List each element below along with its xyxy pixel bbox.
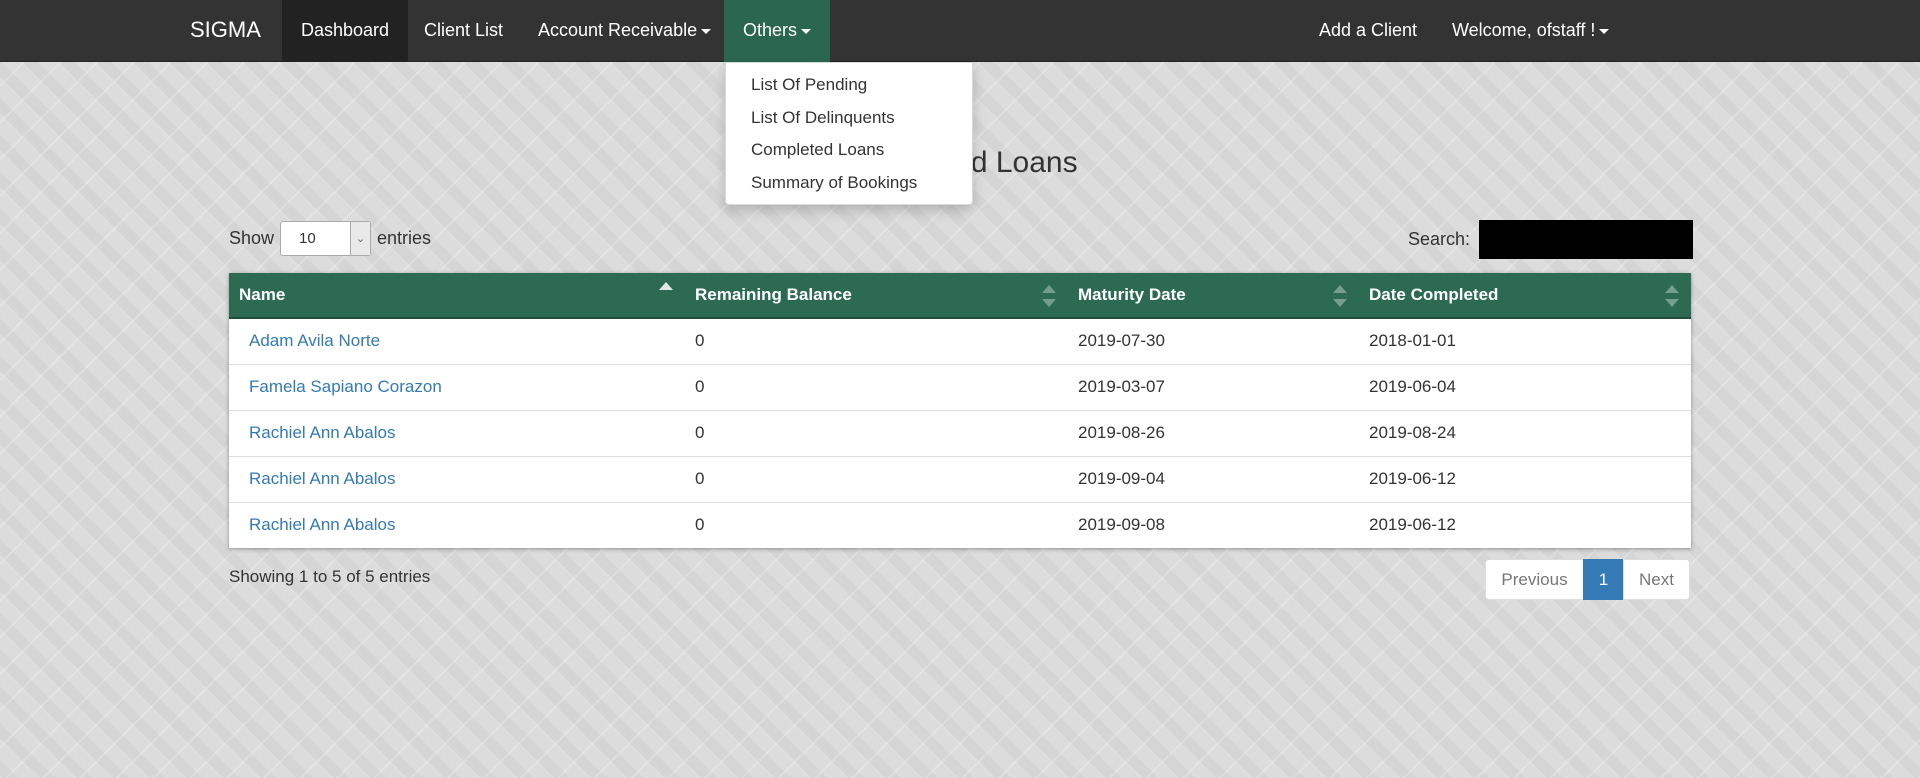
column-header-name-label: Name [239, 285, 286, 304]
column-header-date-completed[interactable]: Date Completed [1359, 273, 1691, 319]
remaining-balance-cell: 0 [695, 469, 705, 488]
loans-table-wrapper: Name Remaining Balance Maturity Date Dat… [229, 273, 1691, 548]
date-completed-cell: 2019-06-12 [1369, 515, 1456, 535]
date-completed-cell: 2019-06-04 [1369, 377, 1456, 396]
column-header-date-completed-label: Date Completed [1369, 285, 1499, 304]
menu-item-summary-of-bookings[interactable]: Summary of Bookings [726, 167, 972, 200]
chevron-down-icon [801, 28, 812, 34]
brand-logo[interactable]: SIGMA [190, 0, 261, 62]
nav-others[interactable]: Others [724, 0, 831, 62]
date-completed-cell: 2019-06-12 [1369, 469, 1456, 488]
client-name-link[interactable]: Famela Sapiano Corazon [249, 377, 442, 396]
search-input[interactable] [1479, 219, 1694, 259]
column-header-maturity-date-label: Maturity Date [1078, 285, 1186, 304]
maturity-date-cell: 2019-09-08 [1078, 515, 1165, 535]
table-row: Rachiel Ann Abalos 0 2019-09-04 2019-06-… [229, 456, 1691, 502]
chevron-down-icon [1599, 28, 1610, 34]
menu-item-completed-loans[interactable]: Completed Loans [726, 134, 972, 167]
date-completed-cell: 2019-08-24 [1369, 423, 1456, 442]
nav-client-list[interactable]: Client List [405, 0, 522, 62]
remaining-balance-cell: 0 [695, 331, 705, 351]
chevron-down-icon: ⌄ [350, 221, 371, 255]
table-row: Famela Sapiano Corazon 0 2019-03-07 2019… [229, 364, 1691, 410]
table-row: Rachiel Ann Abalos 0 2019-09-08 2019-06-… [229, 502, 1691, 548]
table-header-row: Name Remaining Balance Maturity Date Dat… [229, 273, 1691, 319]
maturity-date-cell: 2019-07-30 [1078, 331, 1165, 351]
column-header-remaining-balance-label: Remaining Balance [695, 285, 852, 304]
sort-icon [1042, 285, 1056, 307]
entries-label: entries [377, 227, 432, 248]
client-name-link[interactable]: Rachiel Ann Abalos [249, 423, 396, 442]
client-name-link[interactable]: Rachiel Ann Abalos [249, 469, 396, 488]
sort-icon [1665, 285, 1679, 307]
table-info: Showing 1 to 5 of 5 entries [229, 567, 431, 586]
remaining-balance-cell: 0 [695, 423, 705, 442]
client-name-link[interactable]: Rachiel Ann Abalos [249, 515, 396, 534]
sort-ascending-icon [659, 282, 673, 304]
user-menu-label: Welcome, ofstaff ! [1452, 20, 1596, 40]
maturity-date-cell: 2019-03-07 [1078, 377, 1165, 396]
column-header-remaining-balance[interactable]: Remaining Balance [685, 273, 1068, 319]
sort-icon [1333, 285, 1347, 307]
entries-length-control: Show 10 ⌄ entries [229, 220, 431, 256]
client-name-link[interactable]: Adam Avila Norte [249, 331, 380, 350]
remaining-balance-cell: 0 [695, 377, 705, 396]
column-header-maturity-date[interactable]: Maturity Date [1068, 273, 1359, 319]
others-dropdown-menu: List Of Pending List Of Delinquents Comp… [725, 62, 973, 205]
nav-account-receivable[interactable]: Account Receivable [519, 0, 730, 62]
nav-others-label: Others [743, 20, 798, 40]
page-1-button[interactable]: 1 [1583, 559, 1624, 600]
chevron-down-icon [701, 28, 712, 34]
column-header-name[interactable]: Name [229, 273, 685, 319]
nav-account-receivable-label: Account Receivable [538, 20, 698, 40]
menu-item-list-of-pending[interactable]: List Of Pending [726, 69, 972, 102]
next-page-button[interactable]: Next [1623, 559, 1690, 600]
maturity-date-cell: 2019-09-04 [1078, 469, 1165, 488]
date-completed-cell: 2018-01-01 [1369, 331, 1456, 351]
add-client-link[interactable]: Add a Client [1300, 0, 1436, 62]
completed-loans-table: Name Remaining Balance Maturity Date Dat… [229, 273, 1691, 548]
search-label: Search: [1408, 228, 1471, 249]
previous-page-button[interactable]: Previous [1485, 559, 1584, 600]
top-navbar: SIGMA Dashboard Client List Account Rece… [0, 0, 1920, 62]
table-row: Adam Avila Norte 0 2019-07-30 2018-01-01 [229, 318, 1691, 364]
show-label: Show [229, 227, 275, 248]
entries-select[interactable]: 10 ⌄ [280, 220, 372, 256]
pagination: Previous 1 Next [1485, 559, 1690, 600]
search-control: Search: [1408, 219, 1694, 259]
table-row: Rachiel Ann Abalos 0 2019-08-26 2019-08-… [229, 410, 1691, 456]
remaining-balance-cell: 0 [695, 515, 705, 535]
user-menu[interactable]: Welcome, ofstaff ! [1433, 0, 1628, 62]
entries-select-value: 10 [299, 229, 316, 247]
menu-item-list-of-delinquents[interactable]: List Of Delinquents [726, 102, 972, 135]
nav-dashboard[interactable]: Dashboard [282, 0, 409, 62]
maturity-date-cell: 2019-08-26 [1078, 423, 1165, 442]
